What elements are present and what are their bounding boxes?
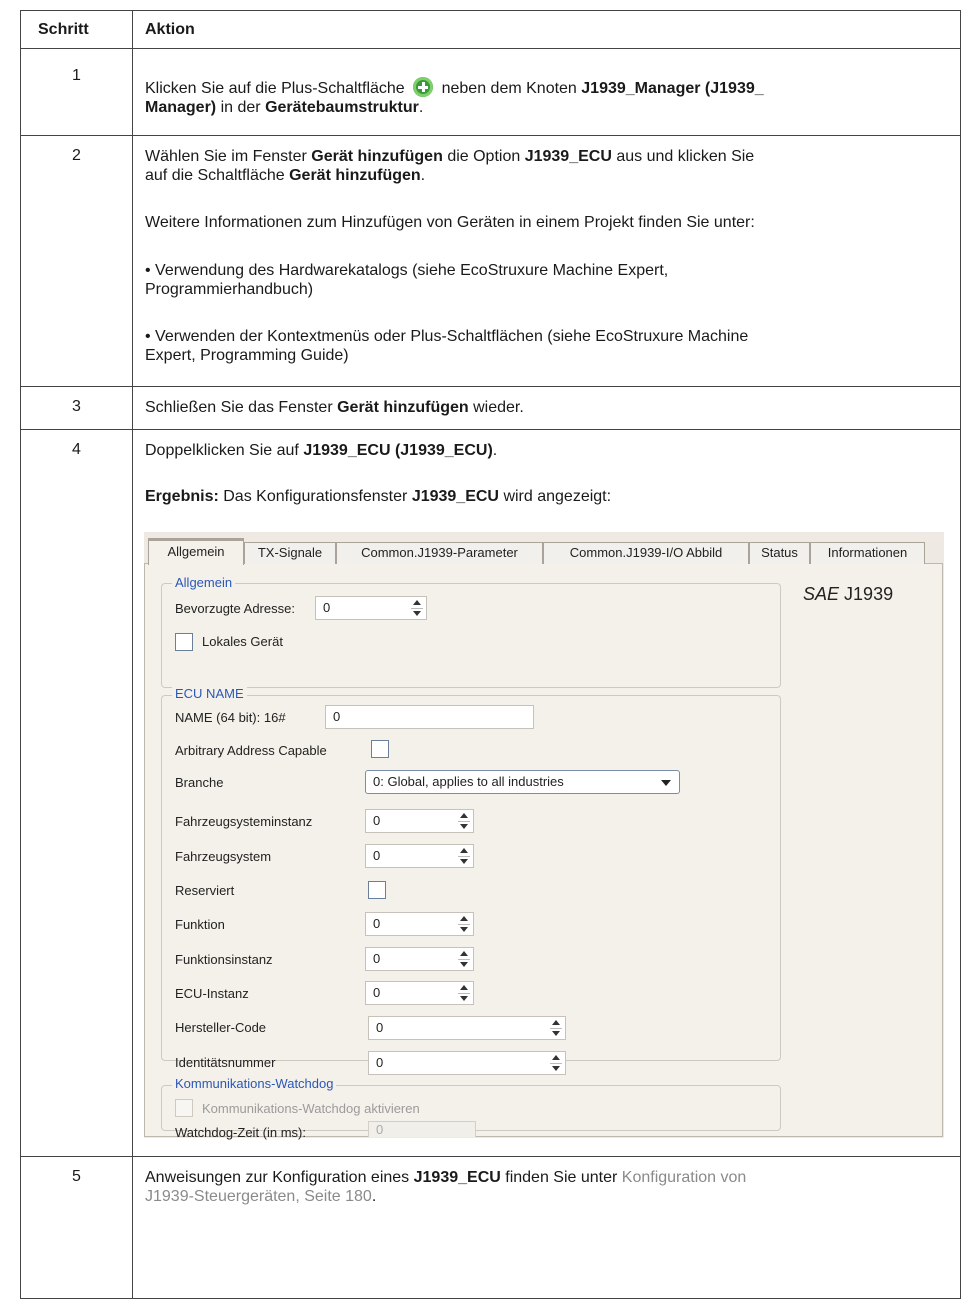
identitaetsnummer-label: Identitätsnummer [175,1055,276,1070]
arbitrary-address-checkbox[interactable] [371,740,389,758]
preferred-address-input[interactable]: 0 [315,596,427,620]
step-number: 2 [72,147,81,164]
fahrzeugsystem-input[interactable]: 0 [365,844,474,868]
stepper-icon[interactable] [410,598,424,618]
stepper-icon[interactable] [457,811,471,831]
step-5-text: Anweisungen zur Konfiguration eines J193… [145,1169,747,1205]
stepper-icon[interactable] [457,914,471,934]
config-window-screenshot: Allgemein TX-Signale Common.J1939-Parame… [144,532,944,1140]
identitaetsnummer-input[interactable]: 0 [368,1051,566,1075]
step-3-text: Schließen Sie das Fenster Gerät hinzufüg… [145,399,524,416]
tab-common-parameter[interactable]: Common.J1939-Parameter [336,542,543,564]
watchdog-time-label: Watchdog-Zeit (in ms): [175,1125,306,1140]
reserviert-checkbox[interactable] [368,881,386,899]
step-number: 3 [72,398,81,415]
stepper-icon[interactable] [457,846,471,866]
funktionsinstanz-label: Funktionsinstanz [175,952,273,967]
step-2-info: Weitere Informationen zum Hinzufügen von… [145,214,755,231]
ecu-instanz-label: ECU-Instanz [175,986,249,1001]
row-divider [21,386,960,387]
group-watchdog-title: Kommunikations-Watchdog [172,1076,337,1091]
step-4-result: Ergebnis: Das Konfigurationsfenster J193… [145,488,612,505]
step-2-text: Wählen Sie im Fenster Gerät hinzufügen d… [145,148,755,184]
arbitrary-address-label: Arbitrary Address Capable [175,743,327,758]
fahrzeugsysteminstanz-label: Fahrzeugsysteminstanz [175,814,313,829]
reserviert-label: Reserviert [175,883,235,898]
funktion-label: Funktion [175,917,225,932]
header-action: Aktion [145,21,195,38]
preferred-address-label: Bevorzugte Adresse: [175,601,295,616]
name-input[interactable]: 0 [325,705,534,729]
local-device-checkbox[interactable] [175,633,193,651]
funktionsinstanz-input[interactable]: 0 [365,947,474,971]
watchdog-enable-label: Kommunikations-Watchdog aktivieren [202,1101,420,1116]
step-2-bullet-2: • Verwenden der Kontextmenüs oder Plus-S… [145,328,749,364]
row-divider [21,1156,960,1157]
sae-j1939-label: SAE J1939 [803,584,894,604]
step-4-text: Doppelklicken Sie auf J1939_ECU (J1939_E… [145,442,498,459]
reference-link-page[interactable]: J1939-Steuergeräten, Seite 180 [145,1188,372,1205]
reference-link[interactable]: Konfiguration von [622,1169,747,1186]
hersteller-code-input[interactable]: 0 [368,1016,566,1040]
tab-common-io-abbild[interactable]: Common.J1939-I/O Abbild [543,542,749,564]
name-label: NAME (64 bit): 16# [175,710,286,725]
column-divider [132,11,133,1298]
tab-informationen[interactable]: Informationen [810,542,925,564]
tab-status[interactable]: Status [749,542,810,564]
local-device-label: Lokales Gerät [202,634,283,649]
watchdog-time-input[interactable]: 0 [368,1121,476,1137]
stepper-icon[interactable] [457,949,471,969]
tab-tx-signale[interactable]: TX-Signale [244,542,336,564]
step-number: 1 [72,67,81,84]
step-2-bullet-1: • Verwendung des Hardwarekatalogs (siehe… [145,262,669,298]
hersteller-code-label: Hersteller-Code [175,1020,267,1035]
stepper-icon[interactable] [549,1053,563,1073]
step-number: 4 [72,441,81,458]
header-step: Schritt [38,21,89,38]
funktion-input[interactable]: 0 [365,912,474,936]
branche-select[interactable]: 0: Global, applies to all industries [365,770,680,794]
fahrzeugsysteminstanz-input[interactable]: 0 [365,809,474,833]
group-ecu-name-title: ECU NAME [172,686,247,701]
row-divider [21,429,960,430]
step-1-text: Klicken Sie auf die Plus-Schaltfläche ne… [145,77,945,117]
fahrzeugsystem-label: Fahrzeugsystem [175,849,272,864]
stepper-icon[interactable] [457,983,471,1003]
branche-label: Branche [175,775,224,790]
row-divider [21,48,960,49]
group-allgemein-title: Allgemein [172,575,236,590]
row-divider [21,135,960,136]
step-number: 5 [72,1168,81,1185]
stepper-icon[interactable] [549,1018,563,1038]
ecu-instanz-input[interactable]: 0 [365,981,474,1005]
dropdown-arrow-icon [661,780,671,786]
watchdog-enable-checkbox[interactable] [175,1099,193,1117]
tab-allgemein[interactable]: Allgemein [148,538,244,565]
plus-button-icon [413,77,434,97]
